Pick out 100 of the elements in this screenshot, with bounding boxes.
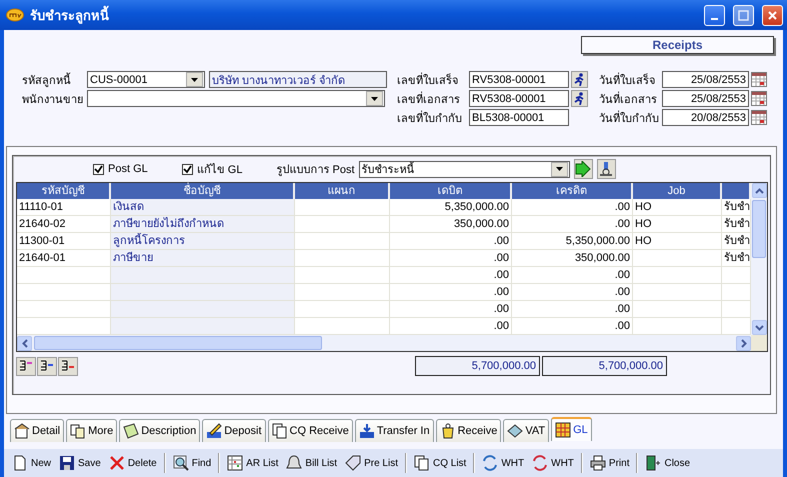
calendar-icon[interactable] xyxy=(751,91,767,106)
toolbar-button[interactable]: Find xyxy=(168,452,216,474)
input-field[interactable]: BL5308-00001 xyxy=(469,109,569,126)
door-icon xyxy=(645,455,662,471)
field-label: เลขที่เอกสาร xyxy=(397,90,461,108)
table-cell: .00 xyxy=(390,284,512,301)
documents-icon xyxy=(272,423,288,439)
date-field[interactable]: 20/08/2553 xyxy=(662,109,749,126)
column-header: ชื่อบัญชี xyxy=(111,183,295,199)
table-cell: รับชำ xyxy=(722,250,751,267)
tab[interactable]: Description xyxy=(119,419,200,442)
checkbox-label: Post GL xyxy=(108,163,148,175)
tab[interactable]: Detail xyxy=(10,419,64,442)
toolbar-button[interactable]: Close xyxy=(641,452,694,474)
add-row-icon[interactable] xyxy=(37,356,57,376)
close-button[interactable] xyxy=(762,4,783,26)
input-field[interactable]: RV5308-00001 xyxy=(469,90,569,107)
toolbar-button[interactable]: AR List xyxy=(223,452,282,474)
runner-icon[interactable] xyxy=(571,71,588,88)
dropdown[interactable]: รับชำระหนี้ xyxy=(358,160,570,178)
dropdown[interactable]: CUS-00001 xyxy=(87,71,205,88)
tray-icon xyxy=(358,423,375,439)
toolbar-button[interactable]: WHT xyxy=(478,452,528,474)
table-cell xyxy=(722,267,751,284)
table-cell: .00 xyxy=(512,216,633,233)
scroll-down-button[interactable] xyxy=(752,320,766,335)
form-heading: Receipts xyxy=(581,36,774,54)
card-icon xyxy=(507,423,524,439)
table-cell: .00 xyxy=(512,199,633,216)
toolbar-button[interactable]: WHT xyxy=(528,452,578,474)
table-cell: HO xyxy=(633,233,722,250)
toolbar-button[interactable]: New xyxy=(8,452,56,474)
date-field[interactable]: 25/08/2553 xyxy=(662,71,749,88)
minimize-button[interactable] xyxy=(704,4,725,26)
table-cell: รับชำ xyxy=(722,216,751,233)
tab[interactable]: Transfer In xyxy=(354,419,434,442)
grid-icon xyxy=(555,422,572,438)
total-field: 5,700,000.00 xyxy=(415,356,540,376)
page-icon xyxy=(12,455,28,471)
table-cell: 11300-01 xyxy=(17,233,111,250)
column-header: รหัสบัญชี xyxy=(17,183,111,199)
table-icon xyxy=(227,455,244,471)
logo-icon xyxy=(6,8,24,22)
table-cell: .00 xyxy=(390,233,512,250)
tab[interactable]: More xyxy=(66,419,118,442)
tab[interactable]: CQ Receive xyxy=(268,419,353,442)
table-cell: เงินสด xyxy=(111,199,295,216)
scroll-up-button[interactable] xyxy=(752,183,766,198)
tab[interactable]: Receive xyxy=(436,419,502,442)
date-field[interactable]: 25/08/2553 xyxy=(662,90,749,107)
scroll-left-button[interactable] xyxy=(17,336,32,350)
vertical-scrollbar[interactable] xyxy=(751,183,767,335)
tab[interactable]: GL xyxy=(551,417,592,441)
checkbox[interactable] xyxy=(182,164,193,174)
scroll-thumb[interactable] xyxy=(34,336,322,350)
table-cell: รับชำ xyxy=(722,199,751,216)
table-cell: .00 xyxy=(390,267,512,284)
table-cell: .00 xyxy=(512,301,633,318)
arrows-icon xyxy=(482,455,498,471)
caret-icon xyxy=(190,76,199,84)
microscope-icon[interactable] xyxy=(596,159,616,179)
scroll-right-button[interactable] xyxy=(736,336,751,350)
tab[interactable]: Deposit xyxy=(202,419,266,442)
minimize-icon xyxy=(711,18,718,20)
note-icon xyxy=(123,423,140,439)
checkbox[interactable] xyxy=(93,164,104,174)
toolbar-button[interactable]: Print xyxy=(586,452,634,474)
table-cell: HO xyxy=(633,216,722,233)
scroll-thumb[interactable] xyxy=(752,200,766,258)
field-label: วันที่เอกสาร xyxy=(599,90,658,108)
field-label: วันที่ใบกำกับ xyxy=(599,110,660,126)
runner-icon[interactable] xyxy=(571,90,588,107)
column-header xyxy=(722,183,751,199)
scrollbar-corner xyxy=(751,335,767,351)
toolbar-button[interactable]: Pre List xyxy=(341,452,402,474)
total-field: 5,700,000.00 xyxy=(542,356,667,376)
calendar-icon[interactable] xyxy=(751,72,767,87)
column-header: แผนก xyxy=(295,183,390,199)
column-header: เดบิต xyxy=(390,183,512,199)
pen-icon xyxy=(206,423,222,439)
input-field[interactable]: RV5308-00001 xyxy=(469,71,569,88)
insert-row-icon[interactable] xyxy=(16,356,36,376)
search-icon xyxy=(172,455,189,471)
table-cell xyxy=(722,318,751,335)
arrows-icon xyxy=(532,455,548,471)
maximize-button[interactable] xyxy=(733,4,754,26)
documents-icon xyxy=(70,423,86,439)
bell-icon xyxy=(286,455,302,471)
delete-row-icon[interactable] xyxy=(58,356,78,376)
arrow-icon[interactable] xyxy=(574,159,593,179)
toolbar-button[interactable]: Bill List xyxy=(282,452,342,474)
field-label: รหัสลูกหนี้ xyxy=(22,72,72,88)
dropdown[interactable] xyxy=(87,90,385,107)
horizontal-scrollbar[interactable] xyxy=(17,335,751,351)
toolbar-button[interactable]: Delete xyxy=(104,452,161,474)
calendar-icon[interactable] xyxy=(751,110,767,125)
toolbar-button[interactable]: CQ List xyxy=(410,452,470,474)
table-cell: 5,350,000.00 xyxy=(390,199,512,216)
tab[interactable]: VAT xyxy=(503,419,550,442)
toolbar-button[interactable]: Save xyxy=(55,452,105,474)
